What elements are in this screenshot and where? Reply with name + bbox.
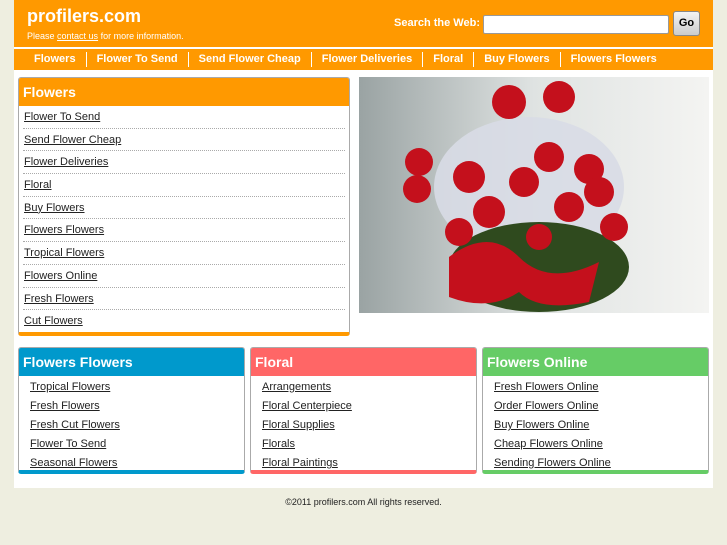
box-title: Flowers Online: [483, 348, 708, 376]
list-link[interactable]: Floral Supplies: [251, 416, 476, 435]
page-container: profilers.com Please contact us for more…: [14, 0, 713, 488]
link-list: Fresh Flowers Online Order Flowers Onlin…: [483, 376, 708, 470]
list-link[interactable]: Send Flower Cheap: [23, 129, 345, 152]
tagline-text-end: for more information.: [98, 31, 184, 41]
list-link[interactable]: Fresh Flowers Online: [483, 378, 708, 397]
nav-item[interactable]: Flower To Send: [85, 52, 188, 67]
nav-bar: Flowers Flower To Send Send Flower Cheap…: [14, 49, 713, 70]
nav-item[interactable]: Buy Flowers: [473, 52, 559, 67]
list-link[interactable]: Flower Deliveries: [23, 151, 345, 175]
contact-link[interactable]: contact us: [57, 31, 98, 41]
list-link[interactable]: Cheap Flowers Online: [483, 435, 708, 454]
site-logo[interactable]: profilers.com: [27, 6, 141, 27]
link-list: Flower To Send Send Flower Cheap Flower …: [19, 106, 349, 332]
list-link[interactable]: Fresh Cut Flowers: [19, 416, 244, 435]
list-link[interactable]: Flowers Online: [23, 265, 345, 288]
search-label: Search the Web:: [394, 17, 480, 29]
list-link[interactable]: Buy Flowers Online: [483, 416, 708, 435]
link-list: Arrangements Floral Centerpiece Floral S…: [251, 376, 476, 470]
nav-item[interactable]: Send Flower Cheap: [187, 52, 311, 67]
list-link[interactable]: Fresh Flowers: [19, 397, 244, 416]
list-link[interactable]: Florals: [251, 435, 476, 454]
flowers-box: Flowers Flower To Send Send Flower Cheap…: [18, 77, 350, 336]
search-input[interactable]: [483, 15, 669, 34]
list-link[interactable]: Flowers Flowers: [23, 219, 345, 243]
nav-item[interactable]: Floral: [422, 52, 473, 67]
flowers-online-box: Flowers Online Fresh Flowers Online Orde…: [482, 347, 709, 474]
list-link[interactable]: Tropical Flowers: [19, 378, 244, 397]
list-link[interactable]: Floral Paintings: [251, 454, 476, 470]
nav-item[interactable]: Flowers: [24, 52, 86, 67]
list-link[interactable]: Sending Flowers Online: [483, 454, 708, 470]
header: profilers.com Please contact us for more…: [14, 0, 713, 47]
nav-item[interactable]: Flower Deliveries: [310, 52, 423, 67]
list-link[interactable]: Flower To Send: [19, 435, 244, 454]
list-link[interactable]: Floral Centerpiece: [251, 397, 476, 416]
list-link[interactable]: Buy Flowers: [23, 197, 345, 220]
list-link[interactable]: Arrangements: [251, 378, 476, 397]
link-list: Tropical Flowers Fresh Flowers Fresh Cut…: [19, 376, 244, 470]
tagline: Please contact us for more information.: [27, 31, 184, 41]
box-title: Floral: [251, 348, 476, 376]
flower-bouquet-image: [359, 77, 709, 313]
list-link[interactable]: Order Flowers Online: [483, 397, 708, 416]
box-title: Flowers: [19, 78, 349, 106]
list-link[interactable]: Floral: [23, 174, 345, 197]
list-link[interactable]: Flower To Send: [23, 106, 345, 129]
list-link[interactable]: Fresh Flowers: [23, 288, 345, 311]
footer-copyright: ©2011 profilers.com All rights reserved.: [285, 497, 442, 507]
floral-box: Floral Arrangements Floral Centerpiece F…: [250, 347, 477, 474]
tagline-text: Please: [27, 31, 58, 41]
list-link[interactable]: Tropical Flowers: [23, 242, 345, 265]
box-title: Flowers Flowers: [19, 348, 244, 376]
go-button[interactable]: Go: [673, 11, 700, 36]
list-link[interactable]: Cut Flowers: [23, 310, 345, 332]
list-link[interactable]: Seasonal Flowers: [19, 454, 244, 470]
flowers-flowers-box: Flowers Flowers Tropical Flowers Fresh F…: [18, 347, 245, 474]
nav-item[interactable]: Flowers Flowers: [559, 52, 667, 67]
